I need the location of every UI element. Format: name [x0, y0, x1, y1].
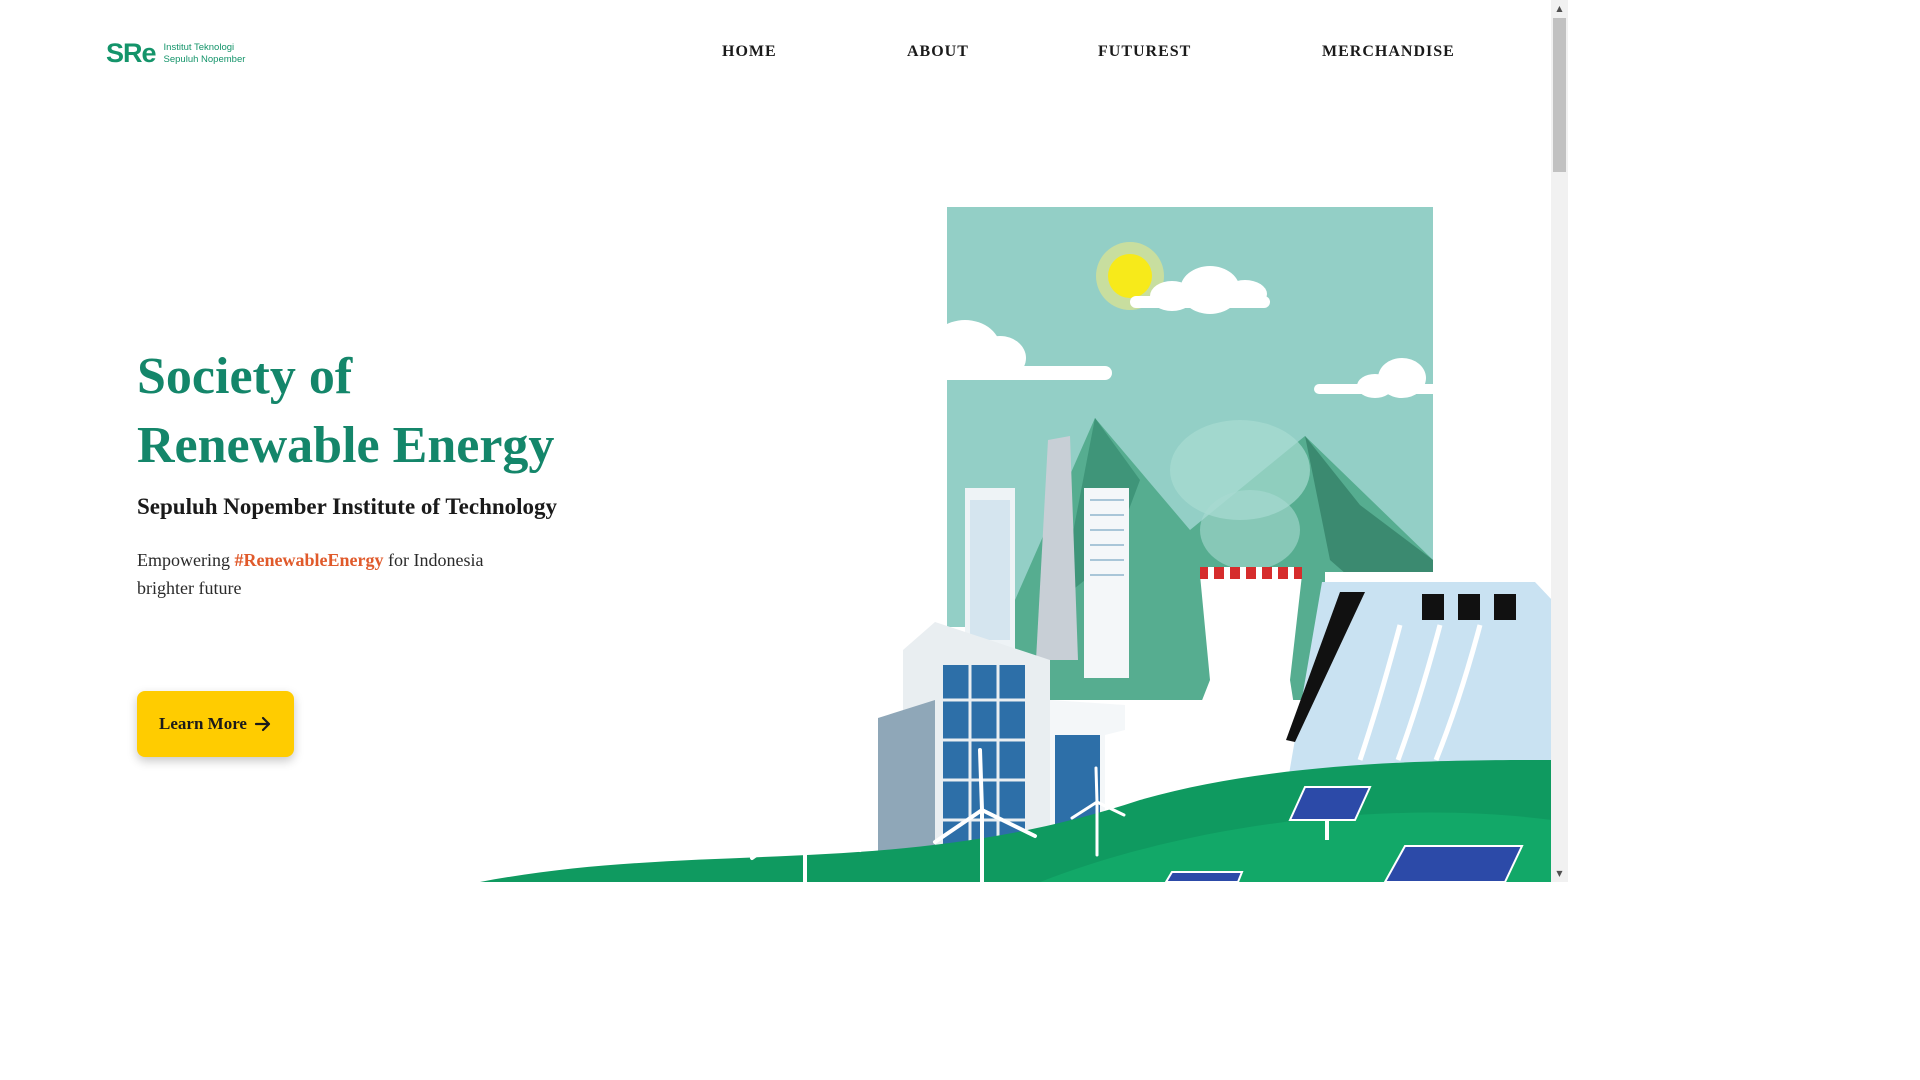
logo[interactable]: SRe Institut Teknologi Sepuluh Nopember — [106, 40, 245, 67]
logo-mark: SRe — [106, 38, 157, 68]
nav-merchandise[interactable]: MERCHANDISE — [1322, 42, 1455, 62]
arrow-right-icon — [254, 716, 272, 732]
learn-more-label: Learn More — [159, 714, 247, 733]
nav-about[interactable]: ABOUT — [907, 42, 969, 62]
tagline-text-start: Empowering — [137, 550, 235, 570]
renewable-energy-illustration — [480, 207, 1552, 882]
logo-text: Institut Teknologi Sepuluh Nopember — [164, 42, 246, 66]
tagline-hashtag: #RenewableEnergy — [234, 550, 384, 570]
scroll-down-icon[interactable]: ▼ — [1551, 865, 1568, 882]
logo-line-1: Institut Teknologi — [163, 41, 235, 53]
solar-panel-icon — [1164, 871, 1244, 882]
solar-panel-icon — [1383, 845, 1524, 882]
nav-futurest[interactable]: FUTUREST — [1098, 42, 1191, 62]
logo-line-2: Sepuluh Nopember — [163, 53, 246, 65]
building-tower-right — [1084, 488, 1129, 678]
learn-more-button[interactable]: Learn More — [137, 691, 294, 757]
hero-tagline: Empowering #RenewableEnergy for Indonesi… — [137, 546, 517, 602]
nav-home[interactable]: HOME — [722, 42, 777, 62]
scroll-up-icon[interactable]: ▲ — [1551, 0, 1568, 17]
page-scrollbar[interactable]: ▲ ▼ — [1551, 0, 1568, 882]
scroll-thumb[interactable] — [1553, 18, 1566, 172]
